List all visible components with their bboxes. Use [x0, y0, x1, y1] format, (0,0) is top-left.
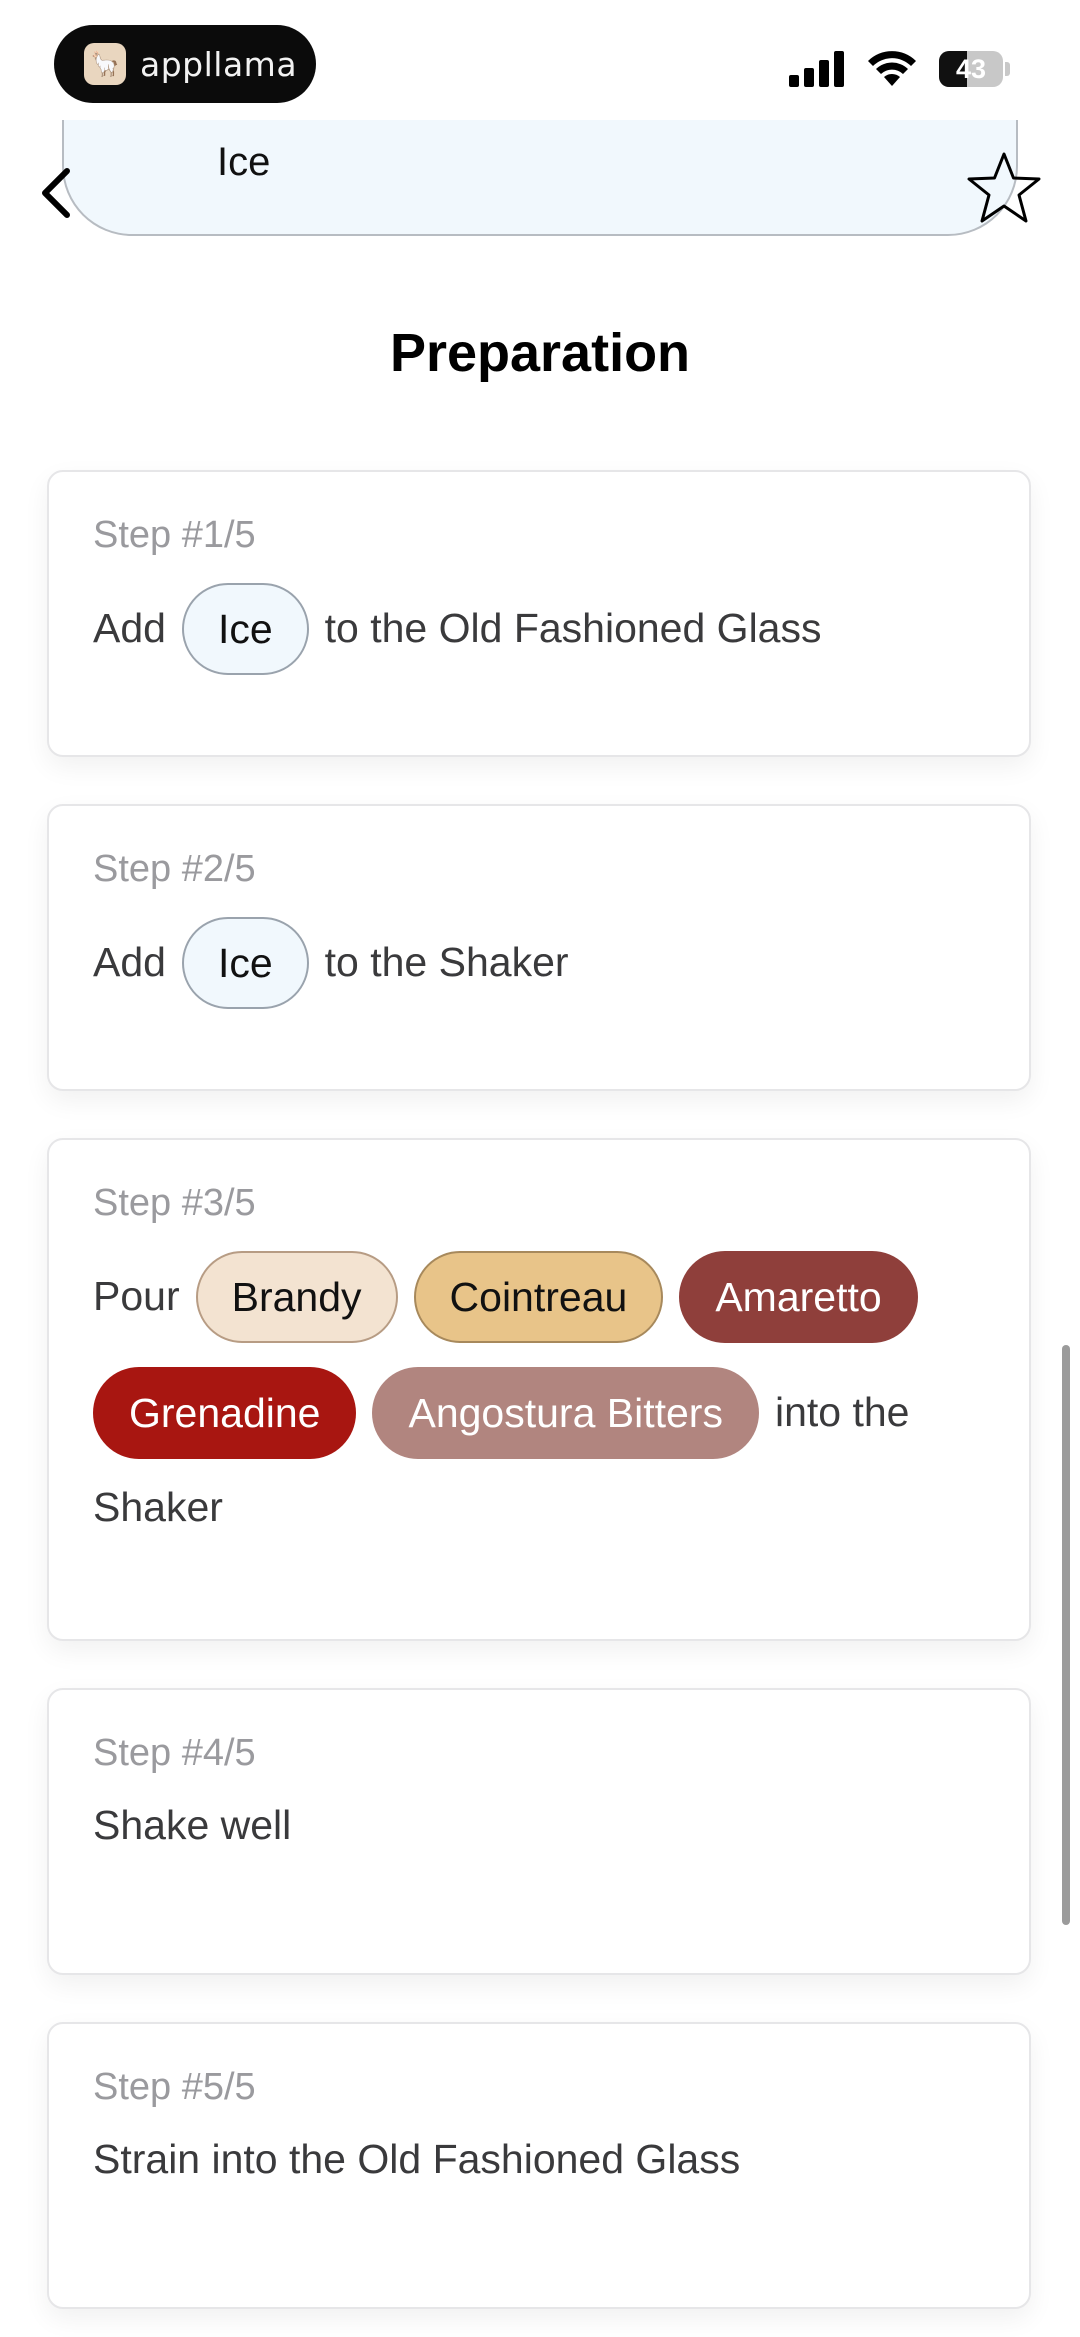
ingredient-pill[interactable]: [62, 120, 1018, 236]
cellular-signal-icon: [789, 51, 844, 87]
step-label: Step #1/5: [93, 514, 256, 556]
step-text: Strain into the Old Fashioned Glass: [93, 2136, 741, 2182]
ingredient-chip-angostura-bitters[interactable]: Angostura Bitters: [372, 1367, 759, 1459]
status-bar: 🦙 appllama 43: [0, 0, 1080, 120]
battery-tip: [1005, 62, 1010, 76]
step-text: Shake well: [93, 1802, 292, 1848]
ingredient-chip-ice[interactable]: Ice: [181, 917, 309, 1009]
step-label: Step #4/5: [93, 1732, 256, 1774]
step-instruction: Add Ice to the Old Fashioned Glass: [93, 583, 985, 675]
back-button[interactable]: [32, 158, 82, 228]
llama-icon: 🦙: [84, 43, 126, 85]
step-card-2: Step #2/5 Add Ice to the Shaker: [47, 804, 1031, 1091]
app-indicator-pill[interactable]: 🦙 appllama: [54, 25, 316, 103]
step-label: Step #5/5: [93, 2066, 256, 2108]
ingredient-chip-cointreau[interactable]: Cointreau: [413, 1251, 664, 1343]
step-card-5: Step #5/5 Strain into the Old Fashioned …: [47, 2022, 1031, 2309]
ingredient-chip-ice[interactable]: Ice: [181, 583, 309, 675]
step-text: Add: [93, 939, 166, 986]
battery-percentage: 43: [955, 53, 987, 84]
wifi-icon: [868, 51, 916, 86]
ingredient-chip-brandy[interactable]: Brandy: [195, 1251, 398, 1343]
step-instruction: Pour Brandy Cointreau Amaretto Grenadine…: [93, 1251, 985, 1532]
step-card-1: Step #1/5 Add Ice to the Old Fashioned G…: [47, 470, 1031, 757]
step-text: Shaker: [93, 1484, 223, 1530]
step-instruction: Add Ice to the Shaker: [93, 917, 985, 1009]
step-label: Step #3/5: [93, 1182, 256, 1224]
scrollbar[interactable]: [1062, 1345, 1070, 1925]
step-text: Pour: [93, 1273, 180, 1320]
section-title: Preparation: [389, 323, 691, 383]
step-text: to the Shaker: [324, 939, 569, 986]
status-icons: 43: [789, 50, 1010, 88]
step-card-4: Step #4/5 Shake well: [47, 1688, 1031, 1975]
ingredient-pill-label: Ice: [217, 140, 271, 184]
step-instruction: Strain into the Old Fashioned Glass: [93, 2135, 985, 2184]
step-label: Step #2/5: [93, 848, 256, 890]
chevron-left-icon: [42, 168, 70, 218]
ingredient-chip-amaretto[interactable]: Amaretto: [679, 1251, 918, 1343]
step-text: into the: [774, 1389, 910, 1436]
step-instruction: Shake well: [93, 1801, 985, 1850]
app-name: appllama: [140, 44, 298, 84]
favorite-button[interactable]: [964, 148, 1044, 228]
ingredient-chip-grenadine[interactable]: Grenadine: [93, 1367, 357, 1459]
battery-icon: 43: [939, 51, 1003, 87]
star-outline-icon: [967, 152, 1041, 223]
step-text: Add: [93, 605, 166, 652]
step-text: to the Old Fashioned Glass: [324, 605, 822, 652]
step-card-3: Step #3/5 Pour Brandy Cointreau Amaretto…: [47, 1138, 1031, 1641]
